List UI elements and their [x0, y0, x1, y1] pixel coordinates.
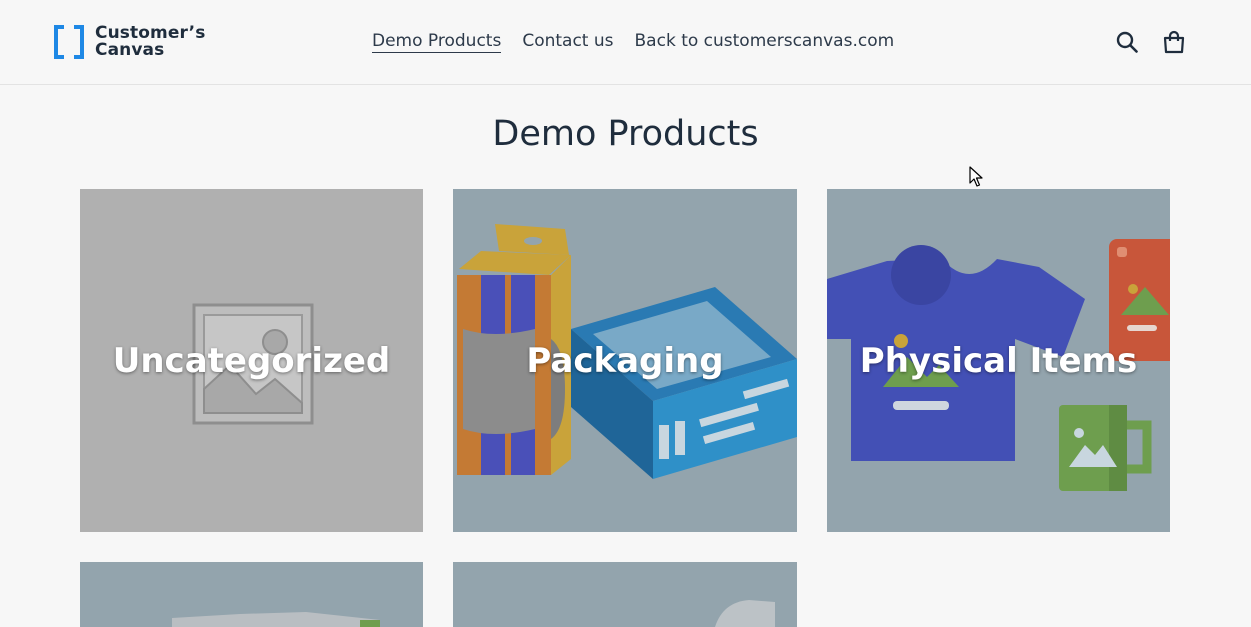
main-nav: Demo Products Contact us Back to custome… [372, 31, 894, 53]
cart-icon [1163, 30, 1185, 54]
site-header: Customer’s Canvas Demo Products Contact … [0, 0, 1251, 85]
collection-card-4[interactable] [80, 562, 423, 627]
collection-label: Physical Items [859, 340, 1138, 381]
mouse-pointer-icon [969, 166, 983, 187]
nav-link-demo-products[interactable]: Demo Products [372, 31, 502, 53]
collection-card-physical-items[interactable]: Physical Items [827, 189, 1170, 532]
collection-card-5[interactable] [453, 562, 797, 627]
collection-card-packaging[interactable]: Packaging [453, 189, 797, 532]
collection-label: Uncategorized [112, 340, 391, 381]
nav-link-contact-us[interactable]: Contact us [522, 31, 613, 53]
search-icon [1116, 31, 1138, 53]
logo-bracket-icon [54, 25, 84, 59]
brand-name: Customer’s Canvas [95, 25, 205, 59]
search-button[interactable] [1113, 28, 1141, 56]
collection-4-illustration [172, 612, 380, 627]
brand-name-line2: Canvas [95, 40, 165, 60]
brand-logo[interactable]: Customer’s Canvas [52, 22, 212, 62]
collection-label: Packaging [526, 340, 724, 381]
collection-card-uncategorized[interactable]: Uncategorized [80, 189, 423, 532]
cart-button[interactable] [1160, 28, 1188, 56]
nav-link-back-to-site[interactable]: Back to customerscanvas.com [635, 31, 895, 53]
page-title: Demo Products [492, 114, 759, 154]
collection-5-illustration [715, 600, 775, 627]
